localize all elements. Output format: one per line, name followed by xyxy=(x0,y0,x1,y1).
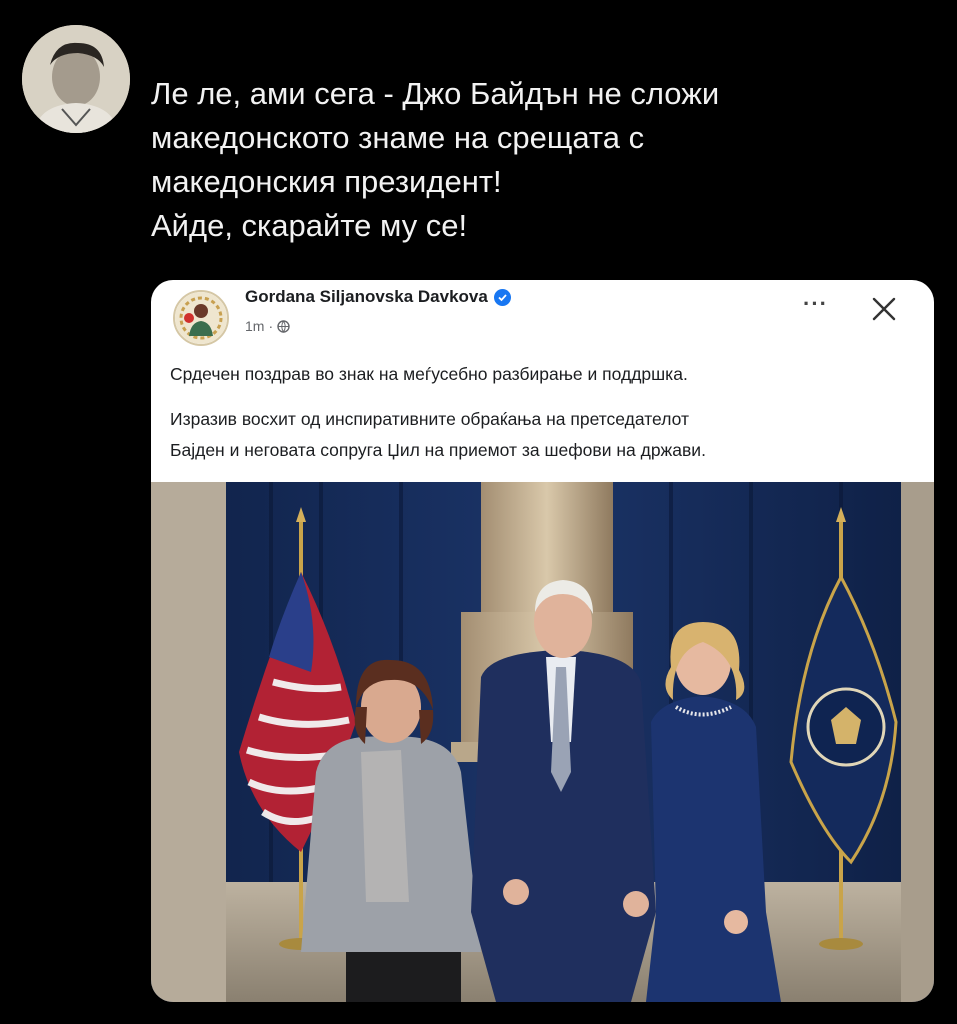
facebook-post-card: Gordana Siljanovska Davkova 1m · ··· Срд… xyxy=(151,280,934,1002)
meta-separator: · xyxy=(268,318,274,334)
author-name[interactable]: Gordana Siljanovska Davkova xyxy=(245,287,488,307)
post-photo[interactable] xyxy=(151,482,934,1002)
close-button[interactable] xyxy=(869,294,899,324)
group-photo-image xyxy=(151,482,934,1002)
post-time[interactable]: 1m xyxy=(245,318,264,334)
post-paragraph-2: Изразив восхит од инспиративните обраќањ… xyxy=(170,409,706,460)
post-author[interactable]: Gordana Siljanovska Davkova xyxy=(245,287,511,307)
page-avatar-icon xyxy=(175,292,227,344)
more-options-button[interactable]: ··· xyxy=(803,293,828,315)
close-icon xyxy=(872,297,896,321)
post-meta: 1m · xyxy=(245,318,290,334)
verified-badge-icon xyxy=(493,288,511,306)
post-header: Gordana Siljanovska Davkova 1m · ··· Срд… xyxy=(151,280,934,480)
profile-avatar[interactable] xyxy=(22,25,130,133)
tweet-text: Ле ле, ами сега - Джо Байдън не сложи ма… xyxy=(151,76,720,243)
post-paragraph-1: Срдечен поздрав во знак на меѓусебно раз… xyxy=(170,364,688,384)
page-avatar[interactable] xyxy=(173,290,229,346)
profile-photo-icon xyxy=(22,25,130,133)
globe-icon xyxy=(277,319,290,333)
